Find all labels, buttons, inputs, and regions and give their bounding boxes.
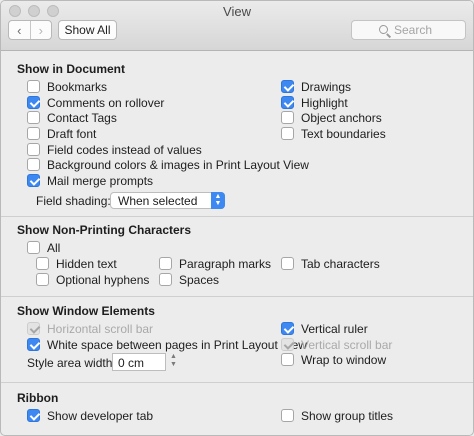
mail-merge-prompts-checkbox[interactable]: Mail merge prompts [27, 173, 153, 188]
field-codes-checkbox[interactable]: Field codes instead of values [27, 142, 202, 157]
white-space-between-pages-checkbox[interactable]: White space between pages in Print Layou… [27, 337, 307, 352]
checkbox-box [281, 338, 294, 351]
checkbox-box [27, 241, 40, 254]
paragraph-marks-checkbox[interactable]: Paragraph marks [159, 256, 271, 271]
checkbox-label: Draft font [47, 126, 97, 141]
checkbox-label: Highlight [301, 95, 348, 110]
checkbox-box [281, 96, 294, 109]
window-title: View [223, 4, 251, 19]
checkbox-box [281, 322, 294, 335]
checkbox-label: Comments on rollover [47, 95, 165, 110]
spaces-checkbox[interactable]: Spaces [159, 272, 219, 287]
section-title-window-elements: Show Window Elements [17, 304, 155, 318]
style-area-width-value: 0 cm [118, 356, 145, 370]
checkbox-box [27, 80, 40, 93]
section-divider [1, 296, 473, 297]
checkbox-box [27, 174, 40, 187]
checkbox-box [27, 158, 40, 171]
checkbox-label: Optional hyphens [56, 272, 150, 287]
checkbox-label: Object anchors [301, 110, 382, 125]
checkbox-label: Show group titles [301, 408, 394, 423]
checkbox-label: Horizontal scroll bar [47, 321, 154, 336]
optional-hyphens-checkbox[interactable]: Optional hyphens [36, 272, 149, 287]
highlight-checkbox[interactable]: Highlight [281, 95, 348, 110]
tab-characters-checkbox[interactable]: Tab characters [281, 256, 380, 271]
checkbox-label: White space between pages in Print Layou… [47, 337, 307, 352]
style-area-width-label: Style area width: [27, 356, 116, 370]
checkbox-box [27, 322, 40, 335]
bookmarks-checkbox[interactable]: Bookmarks [27, 79, 107, 94]
field-shading-label: Field shading: [36, 194, 111, 208]
comments-on-rollover-checkbox[interactable]: Comments on rollover [27, 95, 164, 110]
checkbox-label: Mail merge prompts [47, 173, 154, 188]
section-title-non-printing: Show Non-Printing Characters [17, 223, 192, 237]
horizontal-scroll-bar-checkbox[interactable]: Horizontal scroll bar [27, 321, 153, 336]
hidden-text-checkbox[interactable]: Hidden text [36, 256, 117, 271]
vertical-scroll-bar-checkbox[interactable]: Vertical scroll bar [281, 337, 392, 352]
checkbox-box [27, 409, 40, 422]
checkbox-label: Show developer tab [47, 408, 154, 423]
search-field[interactable]: Search [351, 20, 466, 40]
checkbox-label: Vertical ruler [301, 321, 368, 336]
checkbox-label: Text boundaries [301, 126, 386, 141]
chevron-right-icon[interactable]: › [29, 21, 52, 39]
search-placeholder: Search [394, 23, 433, 37]
text-boundaries-checkbox[interactable]: Text boundaries [281, 126, 386, 141]
section-divider [1, 382, 473, 383]
checkbox-box [27, 338, 40, 351]
title-bar: View ‹ › Show All Search [1, 1, 473, 51]
object-anchors-checkbox[interactable]: Object anchors [281, 110, 382, 125]
checkbox-box [27, 111, 40, 124]
checkbox-label: Tab characters [301, 256, 380, 271]
view-preferences-window: View ‹ › Show All Search Show in Documen… [0, 0, 474, 436]
background-colors-checkbox[interactable]: Background colors & images in Print Layo… [27, 157, 309, 172]
checkbox-box [281, 353, 294, 366]
checkbox-box [159, 257, 172, 270]
checkbox-box [281, 257, 294, 270]
chevron-up-down-icon: ▲ ▼ [211, 192, 225, 209]
checkbox-label: Drawings [301, 79, 352, 94]
field-shading-select[interactable]: When selected ▲ ▼ [110, 192, 225, 209]
style-area-stepper[interactable]: ▲ ▼ [168, 353, 179, 371]
style-area-width-input[interactable]: 0 cm [112, 353, 166, 371]
field-shading-value: When selected [118, 194, 198, 208]
checkbox-label: Bookmarks [47, 79, 108, 94]
show-group-titles-checkbox[interactable]: Show group titles [281, 408, 393, 423]
checkbox-label: Field codes instead of values [47, 142, 202, 157]
checkbox-label: Background colors & images in Print Layo… [47, 157, 309, 172]
checkbox-box [281, 127, 294, 140]
checkbox-box [27, 143, 40, 156]
all-characters-checkbox[interactable]: All [27, 240, 60, 255]
section-title-show-in-document: Show in Document [17, 62, 125, 76]
wrap-to-window-checkbox[interactable]: Wrap to window [281, 352, 386, 367]
checkbox-label: Spaces [179, 272, 220, 287]
navigation-buttons: ‹ › [8, 20, 52, 40]
checkbox-box [281, 80, 294, 93]
checkbox-label: Hidden text [56, 256, 117, 271]
show-all-button[interactable]: Show All [58, 20, 117, 40]
checkbox-label: Wrap to window [301, 352, 387, 367]
search-icon [379, 25, 388, 34]
section-title-ribbon: Ribbon [17, 391, 59, 405]
checkbox-box [27, 96, 40, 109]
checkbox-box [27, 127, 40, 140]
checkbox-label: Vertical scroll bar [301, 337, 393, 352]
draft-font-checkbox[interactable]: Draft font [27, 126, 96, 141]
checkbox-box [159, 273, 172, 286]
checkbox-label: Contact Tags [47, 110, 117, 125]
checkbox-box [36, 257, 49, 270]
checkbox-box [36, 273, 49, 286]
checkbox-label: All [47, 240, 61, 255]
vertical-ruler-checkbox[interactable]: Vertical ruler [281, 321, 368, 336]
show-developer-tab-checkbox[interactable]: Show developer tab [27, 408, 153, 423]
checkbox-box [281, 111, 294, 124]
section-divider [1, 216, 473, 217]
chevron-left-icon[interactable]: ‹ [9, 21, 30, 39]
checkbox-label: Paragraph marks [179, 256, 272, 271]
checkbox-box [281, 409, 294, 422]
contact-tags-checkbox[interactable]: Contact Tags [27, 110, 117, 125]
drawings-checkbox[interactable]: Drawings [281, 79, 351, 94]
